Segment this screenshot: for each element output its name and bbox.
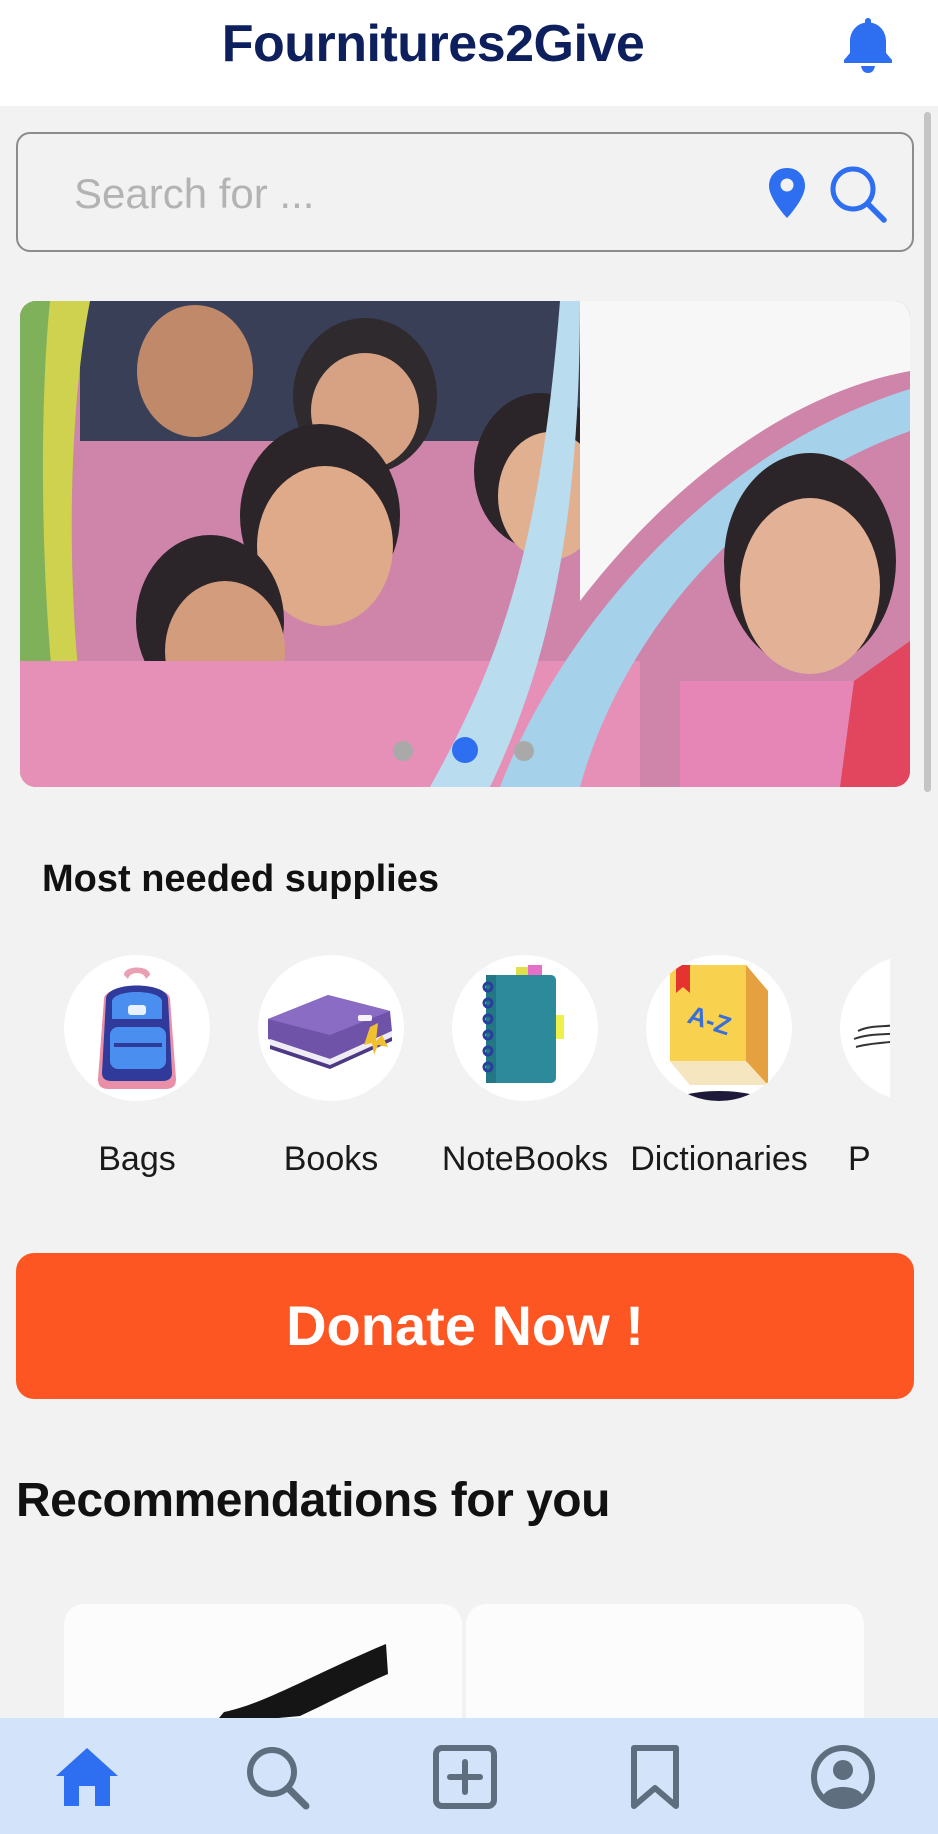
children-photo	[20, 301, 910, 787]
supply-item-bags[interactable]: Bags	[50, 952, 244, 1192]
notebook-icon	[482, 965, 564, 1083]
scrollbar[interactable]	[924, 112, 931, 792]
bookmark-icon[interactable]	[620, 1742, 690, 1812]
supply-label: Bags	[98, 1140, 176, 1178]
supply-circle[interactable]	[258, 955, 404, 1101]
section-title-recommendations: Recommendations for you	[16, 1474, 610, 1527]
donate-button[interactable]: Donate Now !	[16, 1253, 914, 1399]
search-icon[interactable]	[242, 1742, 312, 1812]
bell-icon[interactable]	[838, 14, 898, 76]
book-icon	[268, 995, 392, 1069]
home-icon[interactable]	[52, 1742, 122, 1812]
supply-circle[interactable]	[64, 955, 210, 1101]
bottom-tab-bar	[0, 1718, 938, 1834]
add-square-icon[interactable]	[430, 1742, 500, 1812]
supply-item-partial[interactable]: P	[826, 952, 890, 1192]
supply-label: Dictionaries	[630, 1140, 808, 1178]
supply-label: NoteBooks	[441, 1140, 609, 1178]
map-pin-icon[interactable]	[766, 166, 808, 220]
search-input[interactable]: Search for ...	[74, 170, 314, 218]
section-title-supplies: Most needed supplies	[42, 858, 439, 900]
carousel-dot[interactable]	[514, 741, 534, 761]
supply-label: Books	[283, 1140, 379, 1178]
supply-item-notebooks[interactable]: NoteBooks	[438, 952, 632, 1192]
backpack-icon	[98, 967, 176, 1089]
supply-circle[interactable]	[452, 955, 598, 1101]
search-icon[interactable]	[828, 164, 888, 224]
dictionary-icon: A-Z	[670, 965, 768, 1101]
app-title: Fournitures2Give	[221, 15, 645, 73]
supply-circle[interactable]	[840, 955, 890, 1101]
carousel-dot-active[interactable]	[452, 737, 478, 763]
supply-item-books[interactable]: Books	[244, 952, 438, 1192]
profile-icon[interactable]	[808, 1742, 878, 1812]
search-bar[interactable]: Search for ...	[16, 132, 914, 252]
supply-item-dictionaries[interactable]: A-Z Dictionaries	[630, 952, 826, 1192]
hero-banner[interactable]	[20, 301, 910, 787]
pencil-icon	[853, 1024, 890, 1048]
carousel-indicator	[20, 735, 910, 765]
carousel-dot[interactable]	[393, 741, 413, 761]
supplies-carousel[interactable]: Bags Books NoteBooks A-Z Dictionaries P	[50, 952, 890, 1192]
supply-circle[interactable]: A-Z	[646, 955, 792, 1101]
supply-label: P	[848, 1140, 871, 1178]
app-header: Fournitures2Give	[0, 0, 938, 106]
